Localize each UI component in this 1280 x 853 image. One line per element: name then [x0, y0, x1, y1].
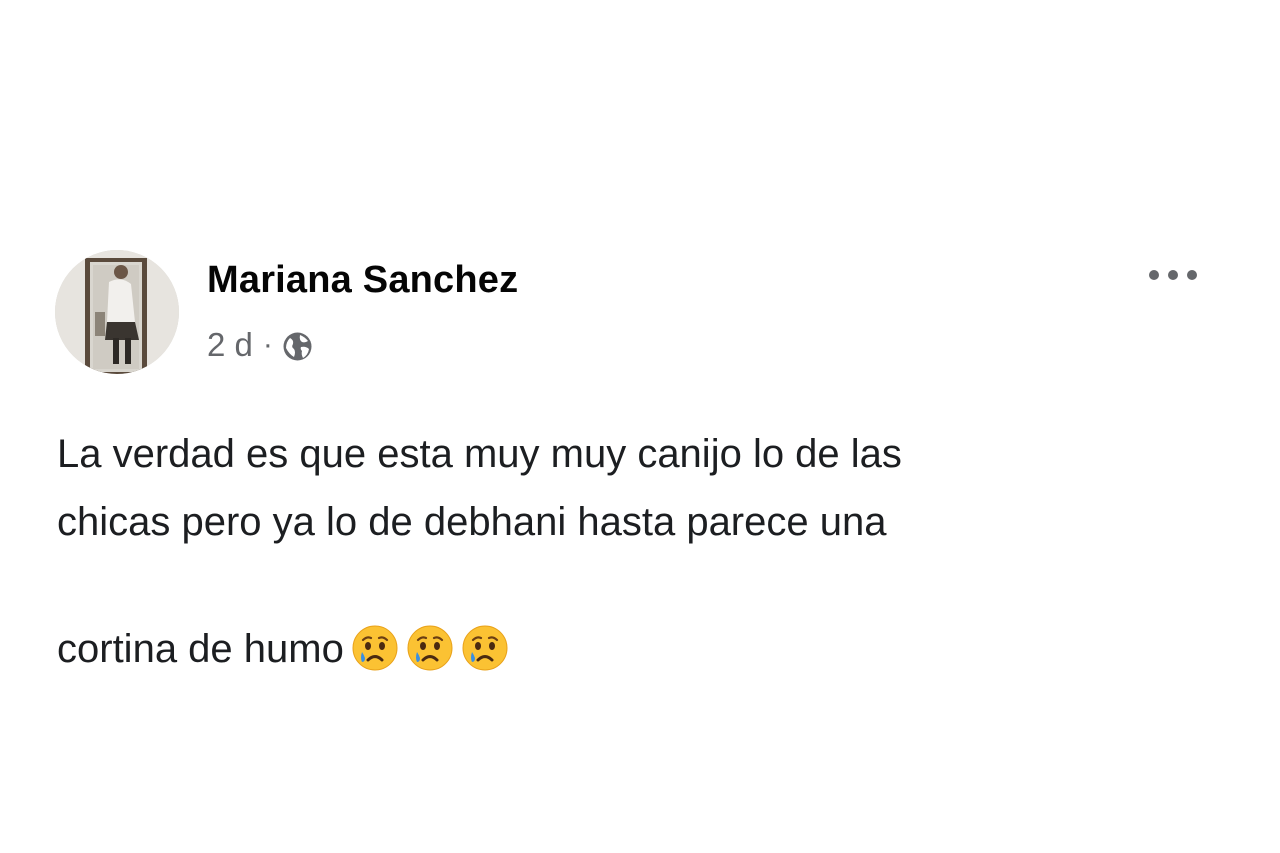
post-body: La verdad es que esta muy muy canijo lo …: [57, 420, 1187, 683]
author-name[interactable]: Mariana Sanchez: [207, 257, 518, 303]
facebook-post: Mariana Sanchez 2 d · La verdad es que e…: [0, 0, 1280, 853]
post-timestamp[interactable]: 2 d: [207, 322, 253, 368]
avatar-photo: [55, 250, 179, 374]
meta-separator: ·: [262, 328, 273, 361]
avatar[interactable]: [55, 250, 179, 374]
post-meta: 2 d ·: [207, 322, 314, 368]
globe-icon[interactable]: [281, 329, 314, 362]
more-options-icon[interactable]: [1143, 257, 1203, 293]
crying-face-emoji: [406, 556, 454, 671]
crying-face-emoji: [461, 556, 509, 671]
crying-face-emoji: [351, 556, 399, 671]
